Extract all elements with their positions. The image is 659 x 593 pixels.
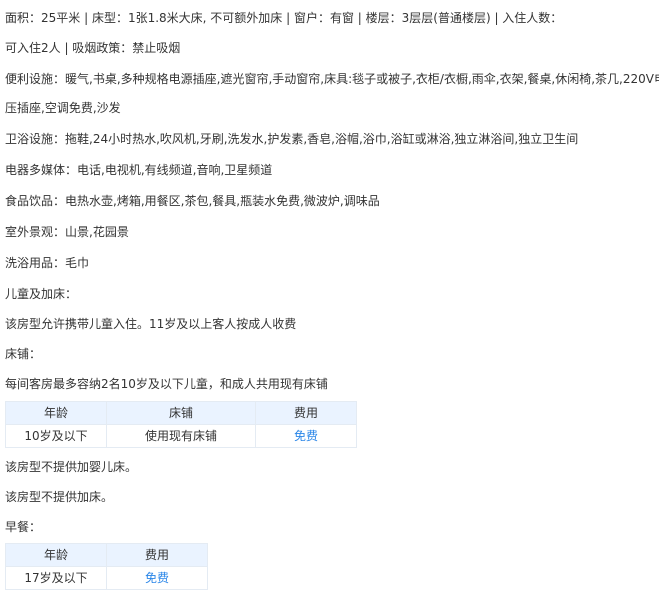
bathroom-facilities: 卫浴设施：拖鞋,24小时热水,吹风机,牙刷,洗发水,护发素,香皂,浴帽,浴巾,浴… — [5, 132, 579, 146]
no-extra-bed-text: 该房型不提供加床。 — [5, 490, 114, 504]
toiletries: 洗浴用品：毛巾 — [5, 256, 90, 270]
table-header-fee: 费用 — [255, 401, 357, 425]
convenience-facilities-line-2: 压插座,空调免费,沙发 — [5, 101, 121, 115]
no-crib-text: 该房型不提供加婴儿床。 — [5, 460, 138, 474]
room-info-line-1: 面积：25平米 | 床型：1张1.8米大床, 不可额外加床 | 窗户：有窗 | … — [5, 11, 563, 25]
breakfast-table: 年龄 费用 17岁及以下 免费 — [5, 543, 208, 590]
table-header-row: 年龄 费用 — [5, 543, 208, 567]
table-header-age: 年龄 — [5, 401, 107, 425]
table-cell-bed: 使用现有床铺 — [106, 424, 256, 448]
room-info-line-2: 可入住2人 | 吸烟政策：禁止吸烟 — [5, 41, 181, 55]
media-facilities: 电器多媒体：电话,电视机,有线频道,音响,卫星频道 — [5, 163, 273, 177]
table-cell-fee: 免费 — [106, 566, 208, 590]
table-cell-age: 10岁及以下 — [5, 424, 107, 448]
outdoor-view: 室外景观：山景,花园景 — [5, 225, 129, 239]
children-policy-heading: 儿童及加床： — [5, 287, 78, 301]
table-header-fee: 费用 — [106, 543, 208, 567]
bed-description: 每间客房最多容纳2名10岁及以下儿童，和成人共用现有床铺 — [5, 377, 328, 391]
food-facilities: 食品饮品：电热水壶,烤箱,用餐区,茶包,餐具,瓶装水免费,微波炉,调味品 — [5, 194, 380, 208]
children-allowed-text: 该房型允许携带儿童入住。11岁及以上客人按成人收费 — [5, 317, 297, 331]
table-row: 17岁及以下 免费 — [5, 566, 208, 590]
table-header-age: 年龄 — [5, 543, 107, 567]
table-header-bed: 床铺 — [106, 401, 256, 425]
table-cell-age: 17岁及以下 — [5, 566, 107, 590]
bed-heading: 床铺： — [5, 347, 42, 361]
table-row: 10岁及以下 使用现有床铺 免费 — [5, 424, 357, 448]
breakfast-heading: 早餐： — [5, 520, 42, 534]
bed-policy-table: 年龄 床铺 费用 10岁及以下 使用现有床铺 免费 — [5, 401, 357, 448]
table-header-row: 年龄 床铺 费用 — [5, 401, 357, 425]
table-cell-fee: 免费 — [255, 424, 357, 448]
convenience-facilities-line-1: 便利设施：暖气,书桌,多种规格电源插座,遮光窗帘,手动窗帘,床具:毯子或被子,衣… — [5, 72, 659, 86]
